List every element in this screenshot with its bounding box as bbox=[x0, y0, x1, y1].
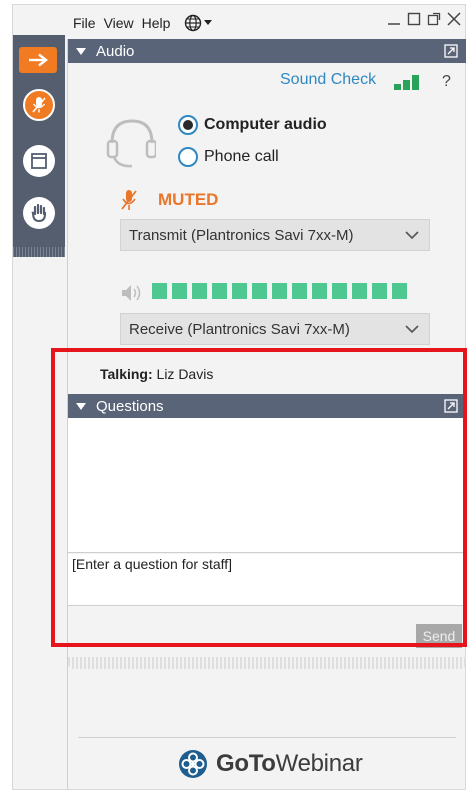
screen-badge bbox=[23, 145, 55, 177]
phone-call-radio[interactable] bbox=[178, 147, 198, 167]
send-button[interactable]: Send bbox=[416, 624, 462, 648]
window-controls bbox=[387, 11, 461, 27]
radio-selected-dot bbox=[183, 120, 193, 130]
phone-call-label: Phone call bbox=[204, 148, 279, 165]
popout-audio-icon[interactable] bbox=[444, 44, 458, 58]
menu-bar: File View Help bbox=[73, 13, 213, 33]
collapse-questions-icon[interactable] bbox=[76, 402, 86, 410]
popout-questions-icon[interactable] bbox=[444, 399, 458, 413]
collapse-panel-button[interactable] bbox=[19, 47, 57, 73]
level-segment bbox=[212, 283, 227, 299]
audio-header-title: Audio bbox=[96, 42, 135, 60]
menu-help[interactable]: Help bbox=[142, 15, 171, 31]
popout-icon bbox=[427, 12, 441, 26]
talking-indicator: Talking: Liz Davis bbox=[100, 366, 213, 382]
signal-bar bbox=[403, 80, 410, 90]
menu-file[interactable]: File bbox=[73, 15, 96, 31]
transmit-device-select[interactable]: Transmit (Plantronics Savi 7xx-M) bbox=[120, 219, 430, 251]
level-segment bbox=[172, 283, 187, 299]
level-segment bbox=[272, 283, 287, 299]
globe-icon bbox=[185, 14, 202, 32]
chevron-down-icon bbox=[405, 325, 419, 334]
sound-check-link[interactable]: Sound Check bbox=[280, 71, 376, 89]
app-window: File View Help Audio Sound Check ? Compu… bbox=[12, 4, 466, 790]
close-button[interactable] bbox=[447, 11, 461, 27]
questions-header-title: Questions bbox=[96, 397, 164, 415]
mute-toggle-button[interactable] bbox=[21, 87, 57, 123]
logo-wordmark-rest: Webinar bbox=[275, 750, 363, 777]
language-menu-button[interactable] bbox=[184, 14, 213, 32]
muted-microphone-icon bbox=[32, 97, 46, 113]
computer-audio-radio[interactable] bbox=[178, 115, 198, 135]
signal-bar bbox=[394, 84, 401, 90]
signal-strength-indicator bbox=[394, 75, 419, 90]
computer-audio-option[interactable]: Computer audio bbox=[178, 115, 327, 135]
logo-wordmark: GoToWebinar bbox=[216, 750, 363, 778]
gotowebinar-logo: GoToWebinar bbox=[178, 749, 363, 779]
maximize-icon bbox=[407, 12, 421, 26]
level-segment bbox=[372, 283, 387, 299]
talking-name: Liz Davis bbox=[156, 366, 214, 382]
level-segment bbox=[232, 283, 247, 299]
muted-mic-badge bbox=[23, 89, 55, 121]
hand-badge bbox=[23, 197, 55, 229]
window-icon bbox=[31, 153, 47, 169]
screen-view-button[interactable] bbox=[21, 143, 57, 179]
level-segment bbox=[392, 283, 407, 299]
question-input[interactable] bbox=[68, 554, 466, 606]
level-segment bbox=[252, 283, 267, 299]
main-panel: Audio Sound Check ? Computer audio Phone… bbox=[67, 39, 466, 789]
phone-call-option[interactable]: Phone call bbox=[178, 147, 279, 167]
popout-button[interactable] bbox=[427, 11, 441, 27]
maximize-button[interactable] bbox=[407, 11, 421, 27]
minimize-icon bbox=[388, 23, 400, 25]
chevron-down-icon bbox=[405, 231, 419, 240]
minimize-button[interactable] bbox=[387, 11, 401, 27]
headset-icon bbox=[106, 119, 156, 168]
receive-device-value: Receive (Plantronics Savi 7xx-M) bbox=[129, 320, 350, 338]
audio-help-button[interactable]: ? bbox=[442, 73, 451, 91]
gotowebinar-flower-icon bbox=[179, 750, 207, 778]
receive-device-select[interactable]: Receive (Plantronics Savi 7xx-M) bbox=[120, 313, 430, 345]
level-segment bbox=[352, 283, 367, 299]
audio-panel-header: Audio bbox=[68, 39, 466, 63]
raise-hand-button[interactable] bbox=[21, 195, 57, 231]
mute-status-label: MUTED bbox=[158, 190, 219, 209]
level-segment bbox=[152, 283, 167, 299]
arrow-right-icon bbox=[29, 53, 48, 67]
speaker-icon bbox=[122, 285, 141, 301]
hand-icon bbox=[31, 203, 46, 223]
control-strip bbox=[13, 35, 65, 257]
muted-microphone-icon bbox=[121, 190, 137, 210]
dropdown-arrow-icon bbox=[204, 20, 213, 25]
logo-wordmark-bold: GoTo bbox=[216, 750, 276, 777]
questions-panel-header: Questions bbox=[68, 394, 466, 418]
collapse-audio-icon[interactable] bbox=[76, 47, 86, 55]
level-segment bbox=[312, 283, 327, 299]
level-segment bbox=[332, 283, 347, 299]
close-icon bbox=[447, 12, 461, 26]
talking-label: Talking: bbox=[100, 366, 153, 382]
signal-bar bbox=[412, 75, 419, 90]
resize-grip[interactable] bbox=[68, 657, 466, 669]
questions-log bbox=[68, 418, 466, 553]
transmit-device-value: Transmit (Plantronics Savi 7xx-M) bbox=[129, 226, 354, 244]
computer-audio-label: Computer audio bbox=[204, 116, 327, 133]
footer-divider bbox=[78, 737, 456, 738]
level-segment bbox=[292, 283, 307, 299]
level-segment bbox=[192, 283, 207, 299]
speaker-level-meter bbox=[152, 283, 407, 299]
menu-view[interactable]: View bbox=[104, 15, 134, 31]
